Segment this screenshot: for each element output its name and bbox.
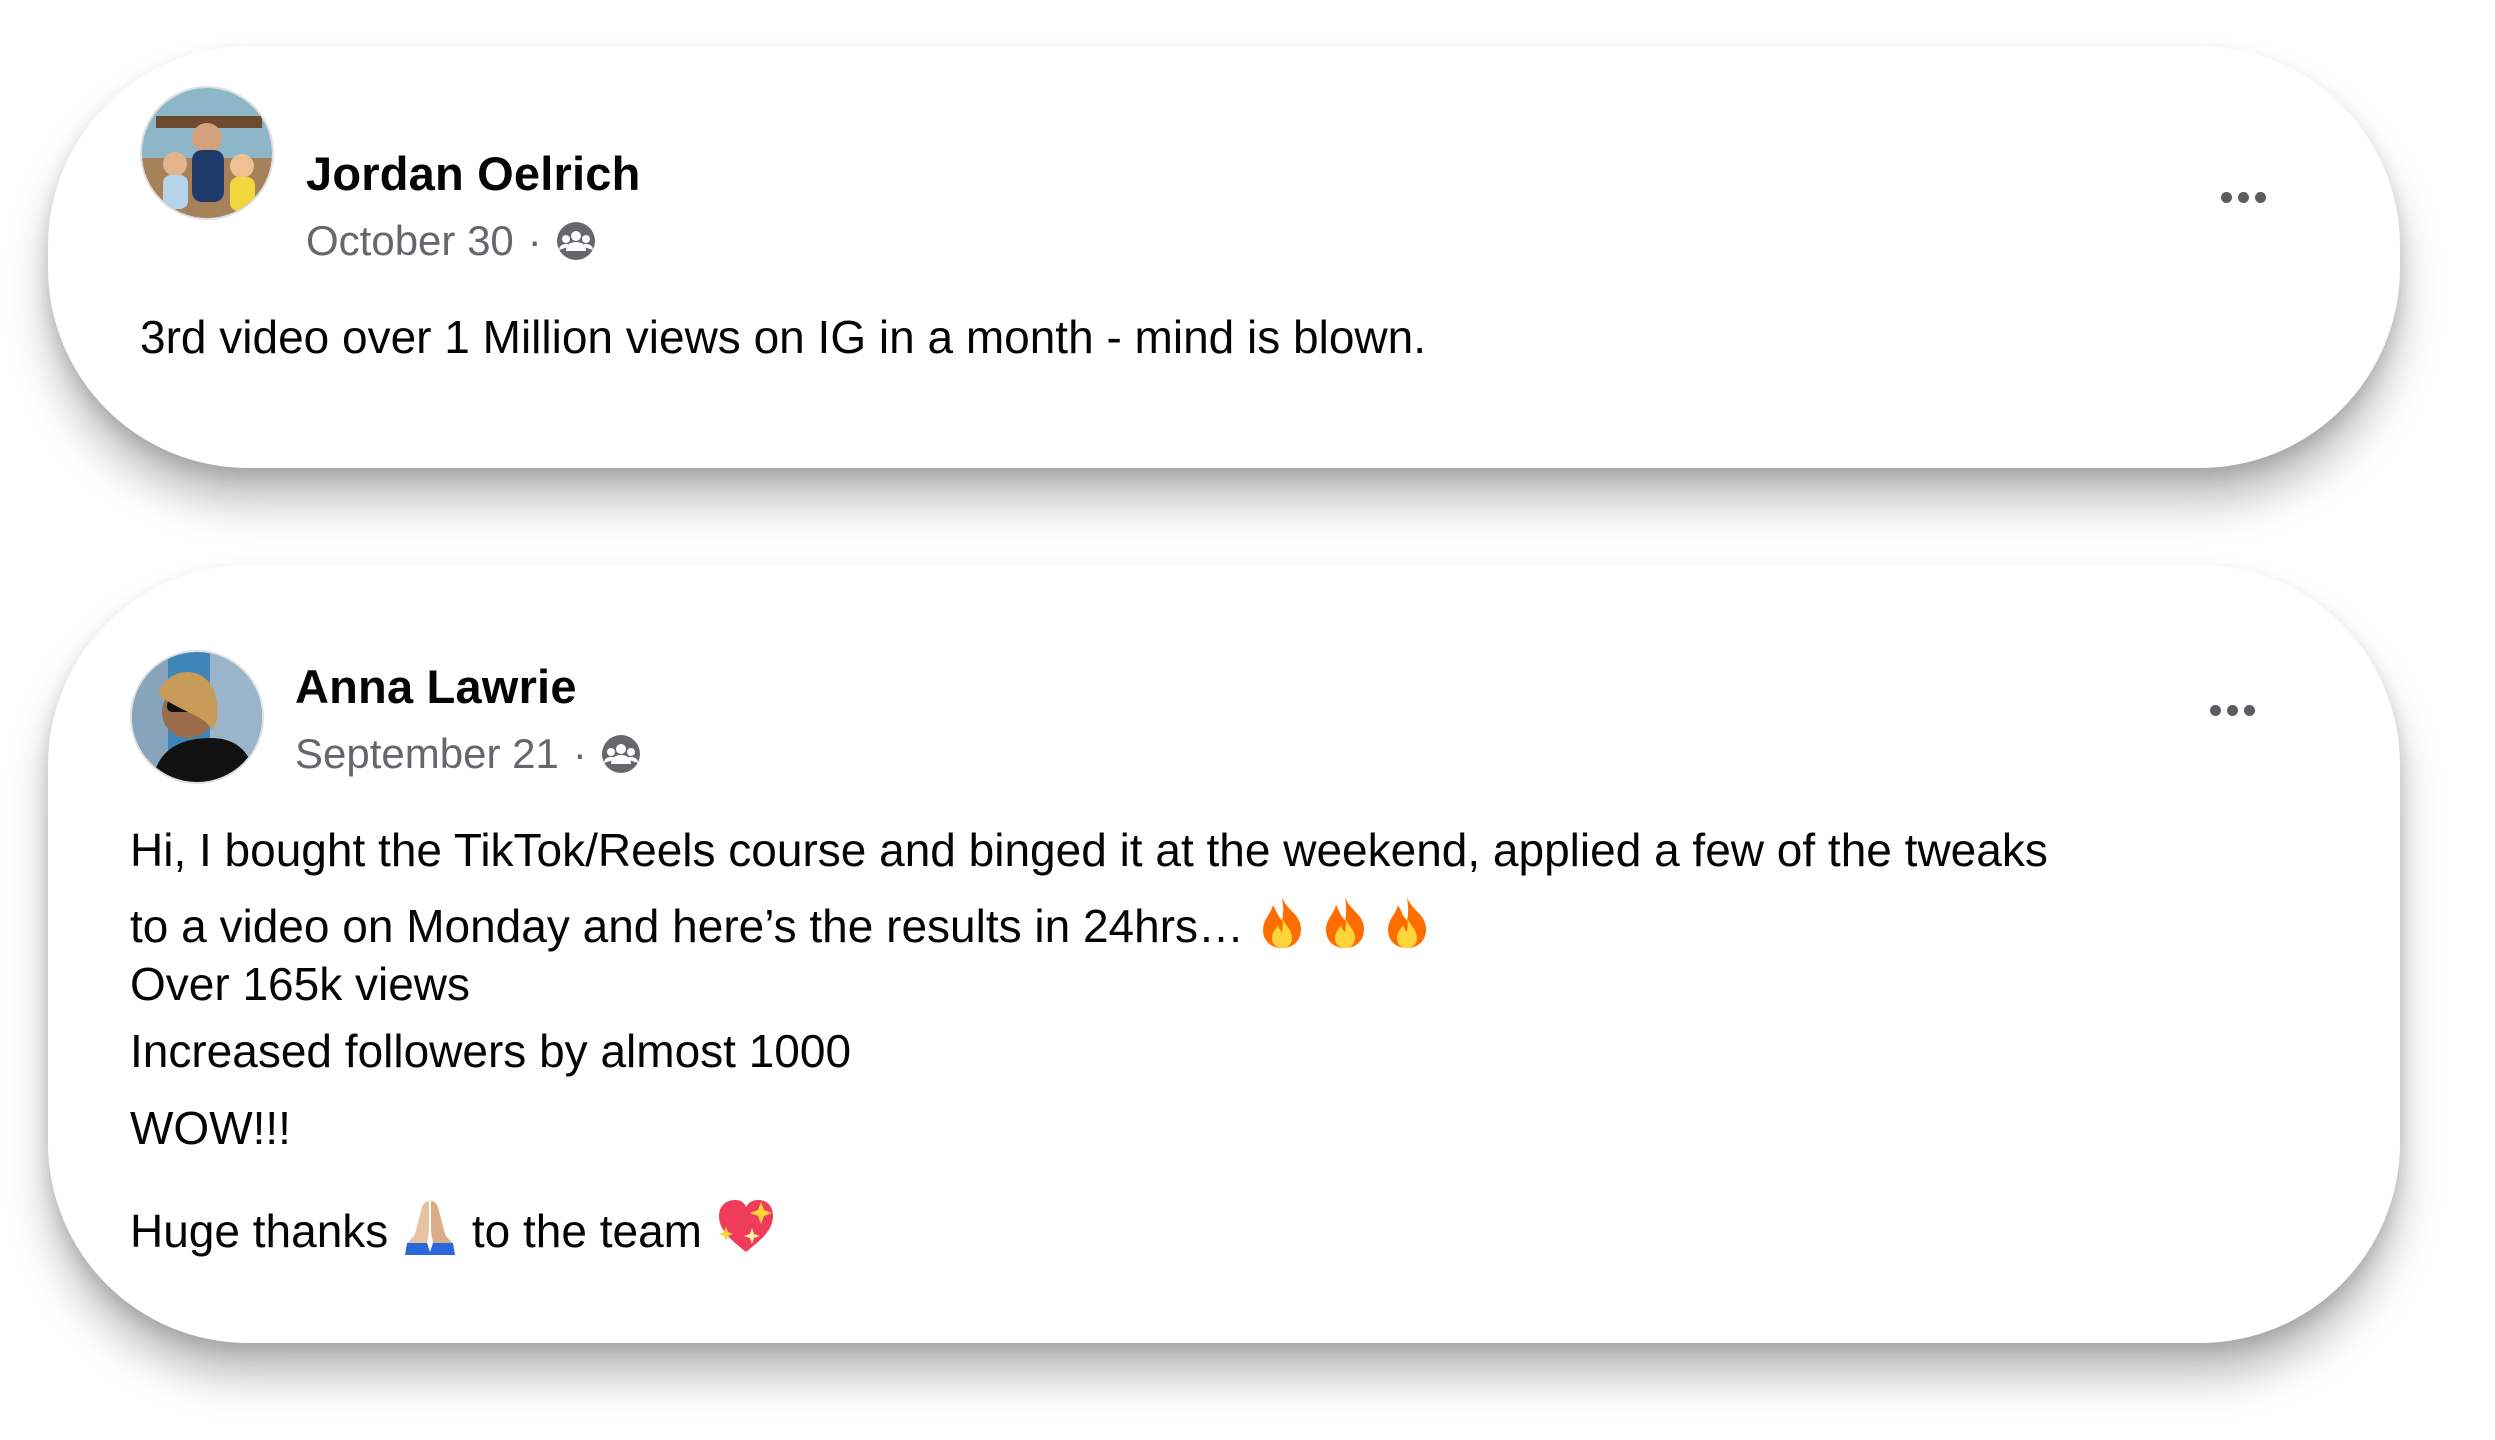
post-date[interactable]: September 21 [295,730,559,778]
post-meta: October 30 · [306,217,596,265]
post-line-5: WOW!!! [130,1102,291,1154]
post-line-4: Increased followers by almost 1000 [130,1025,852,1077]
dot-icon [2237,191,2249,203]
author-name[interactable]: Jordan Oelrich [306,146,641,201]
fire-emoji-icon [1388,897,1427,948]
post-line-1: Hi, I bought the TikTok/Reels course and… [130,824,2048,876]
group-audience-icon[interactable] [556,221,596,261]
dot-icon [2209,704,2221,716]
post-card-jordan: Jordan Oelrich October 30 · 3rd video ov… [48,46,2400,468]
avatar-photo-icon [132,652,262,782]
avatar-photo-icon [142,88,272,218]
avatar[interactable] [130,650,264,784]
more-options-button[interactable] [2192,690,2272,730]
post-line-2: to a video on Monday and here’s the resu… [130,894,1432,950]
post-meta: September 21 · [295,730,641,778]
meta-separator: · [527,217,542,264]
fire-emoji-icon [1325,897,1364,948]
dot-icon [2254,191,2266,203]
dot-icon [2220,191,2232,203]
fire-emoji-icon [1262,897,1301,948]
post-date[interactable]: October 30 [306,217,514,265]
sparkling-heart-emoji-icon [718,1200,773,1252]
post-card-anna: Anna Lawrie September 21 · Hi, I bought … [48,565,2400,1343]
post-line-6: Huge thanks to the team [130,1197,777,1255]
folded-hands-emoji-icon [405,1201,456,1255]
team-text: to the team [471,1205,715,1257]
meta-separator: · [572,730,587,777]
avatar[interactable] [140,86,274,220]
more-options-button[interactable] [2203,177,2283,217]
group-audience-icon[interactable] [601,734,641,774]
dot-icon [2226,704,2238,716]
post-line-3: Over 165k views [130,958,471,1010]
thanks-text: Huge thanks [130,1205,402,1257]
author-name[interactable]: Anna Lawrie [295,659,577,714]
post-body: 3rd video over 1 Million views on IG in … [140,311,1427,363]
dot-icon [2243,704,2255,716]
post-line-2-text: to a video on Monday and here’s the resu… [130,900,1245,952]
